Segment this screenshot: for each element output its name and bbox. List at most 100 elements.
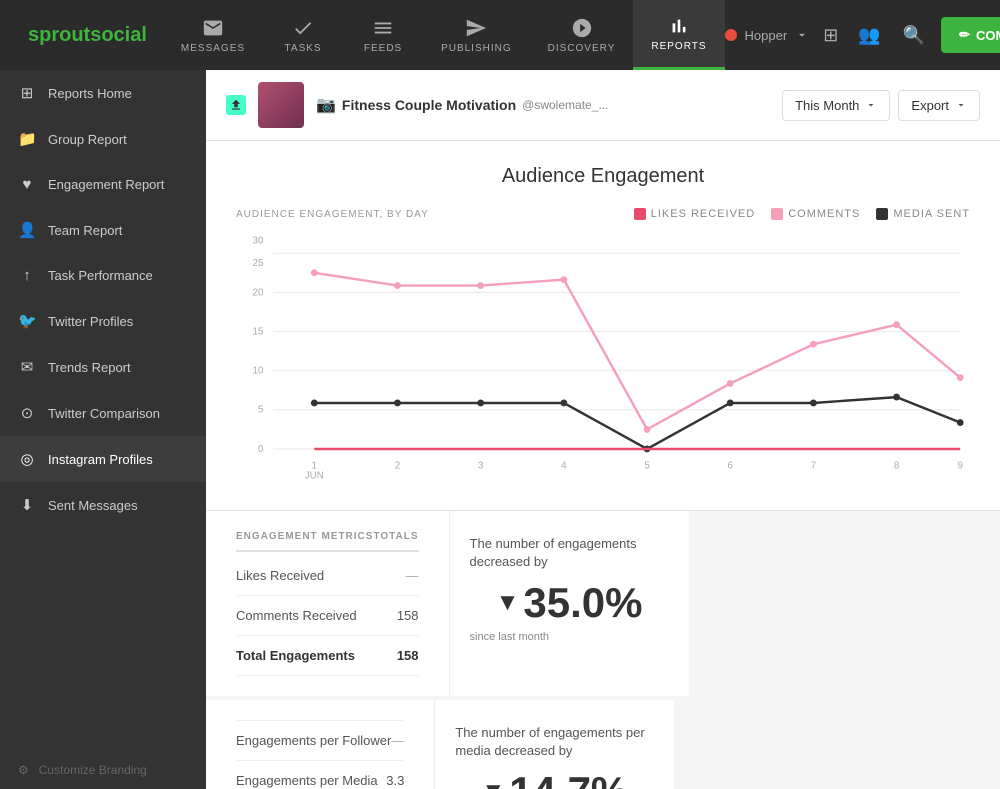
sidebar-trends-label: Trends Report [48,360,131,375]
header-controls: This Month Export [782,90,980,121]
metrics-row-total: Total Engagements 158 [236,636,419,676]
user-dot [725,29,737,41]
folder-icon: 📁 [18,130,36,148]
total-value: 158 [397,648,419,663]
metrics-row-2: Engagements per Follower — Engagements p… [206,700,1000,789]
sidebar-item-twitter-comparison[interactable]: ⊙ Twitter Comparison [0,390,206,436]
period-selector[interactable]: This Month [782,90,890,121]
chart-section: Audience Engagement AUDIENCE ENGAGEMENT,… [206,141,1000,511]
likes-label: Likes Received [236,568,324,583]
grid-icon-btn[interactable]: ⊞ [817,19,844,52]
stat1-value: ▼ 35.0% [470,579,669,627]
nav-discovery[interactable]: DISCOVERY [530,0,634,70]
sidebar-twitter-comparison-label: Twitter Comparison [48,406,160,421]
svg-text:7: 7 [811,461,816,472]
stats-panel-1: The number of engagements decreased by ▼… [449,511,689,696]
comments-label: Comments Received [236,608,357,623]
metrics-col2-header: TOTALS [373,531,418,542]
stat2-desc: The number of engagements per media decr… [455,724,654,760]
main-layout: ⊞ Reports Home 📁 Group Report ♥ Engageme… [0,70,1000,789]
stat2-arrow: ▼ [481,778,505,789]
nav-tasks[interactable]: TASKS [263,0,343,70]
chart-header: AUDIENCE ENGAGEMENT, BY DAY LIKES RECEIV… [236,208,970,220]
sidebar-item-engagement[interactable]: ♥ Engagement Report [0,162,206,207]
chart-by-day-label: AUDIENCE ENGAGEMENT, BY DAY [236,209,429,220]
content-area: 📷 Fitness Couple Motivation @swolemate_.… [206,70,1000,789]
svg-text:JUN: JUN [305,470,324,481]
mail-icon: ✉ [18,358,36,376]
engmedia-label: Engagements per Media [236,773,378,788]
metrics-row-1: ENGAGEMENT METRICS TOTALS Likes Received… [206,511,1000,696]
sidebar-footer[interactable]: ⚙ Customize Branding [0,751,206,789]
profile-info: 📷 Fitness Couple Motivation @swolemate_.… [316,95,770,115]
metrics-row-comments: Comments Received 158 [236,596,419,636]
svg-text:2: 2 [395,461,400,472]
sidebar-item-task-performance[interactable]: ↑ Task Performance [0,253,206,298]
likes-legend-label: LIKES RECEIVED [651,208,755,220]
search-button[interactable]: 🔍 [895,17,933,54]
users-icon-btn[interactable]: 👥 [852,19,886,52]
sidebar-instagram-label: Instagram Profiles [48,452,153,467]
sidebar-task-label: Task Performance [48,268,153,283]
nav-messages[interactable]: MESSAGES [163,0,263,70]
sidebar-item-trends-report[interactable]: ✉ Trends Report [0,344,206,390]
svg-text:25: 25 [253,258,264,269]
legend-likes: LIKES RECEIVED [634,208,755,220]
instagram-brand-icon: 📷 [316,95,336,115]
period-label: This Month [795,98,859,113]
profile-name-text: Fitness Couple Motivation [342,97,516,113]
svg-text:9: 9 [957,461,962,472]
stat2-number: 14.7% [509,768,628,789]
top-bar: sproutsocial MESSAGES TASKS FEEDS PUBLIS… [0,0,1000,70]
export-button[interactable]: Export [898,90,980,121]
engmedia-value: 3.3 [386,773,404,788]
comments-legend-label: COMMENTS [788,208,860,220]
sidebar-item-twitter-profiles[interactable]: 🐦 Twitter Profiles [0,298,206,344]
stat1-arrow: ▼ [496,589,520,617]
svg-text:10: 10 [253,366,264,377]
svg-text:30: 30 [253,235,264,246]
sidebar-item-group-report[interactable]: 📁 Group Report [0,116,206,162]
sidebar-item-team-report[interactable]: 👤 Team Report [0,207,206,253]
gear-icon: ⚙ [18,763,29,777]
sidebar-engagement-label: Engagement Report [48,177,164,192]
sidebar-team-label: Team Report [48,223,122,238]
sidebar-reports-home-label: Reports Home [48,86,132,101]
metrics-section-1: ENGAGEMENT METRICS TOTALS Likes Received… [206,511,449,696]
compose-button[interactable]: ✏ COMPOSE [941,17,1000,53]
metrics-row-engfollow: Engagements per Follower — [236,720,404,761]
media-legend-label: MEDIA SENT [893,208,970,220]
nav-publishing-label: PUBLISHING [441,43,512,54]
comments-legend-dot [771,208,783,220]
svg-text:8: 8 [894,461,899,472]
sidebar-item-sent-messages[interactable]: ⬇ Sent Messages [0,482,206,528]
metrics-header: ENGAGEMENT METRICS TOTALS [236,531,419,552]
stats-panel-2: The number of engagements per media decr… [434,700,674,789]
nav-reports[interactable]: REPORTS [633,0,724,70]
legend-media: MEDIA SENT [876,208,970,220]
stat1-since: since last month [470,631,669,643]
svg-text:20: 20 [253,287,264,298]
top-right: Hopper ⊞ 👥 🔍 ✏ COMPOSE [725,17,1000,54]
upload-icon [226,95,246,115]
sidebar-twitter-label: Twitter Profiles [48,314,133,329]
metrics-section-2: Engagements per Follower — Engagements p… [206,700,434,789]
sidebar-item-reports-home[interactable]: ⊞ Reports Home [0,70,206,116]
profile-image [258,82,304,128]
period-chevron-icon [865,99,877,111]
arrow-up-icon: ↑ [18,267,36,284]
nav-publishing[interactable]: PUBLISHING [423,0,530,70]
profile-name: 📷 Fitness Couple Motivation @swolemate_.… [316,95,770,115]
nav-discovery-label: DISCOVERY [548,43,616,54]
svg-text:4: 4 [561,461,567,472]
svg-text:0: 0 [258,444,264,455]
chart-title: Audience Engagement [236,165,970,188]
svg-text:6: 6 [728,461,733,472]
export-label: Export [911,98,949,113]
sidebar-item-instagram[interactable]: ◎ Instagram Profiles [0,436,206,482]
twitter-icon: 🐦 [18,312,36,330]
logo: sproutsocial [12,24,163,47]
compose-icon: ✏ [959,27,970,43]
grid-icon: ⊞ [18,84,36,102]
nav-feeds[interactable]: FEEDS [343,0,423,70]
